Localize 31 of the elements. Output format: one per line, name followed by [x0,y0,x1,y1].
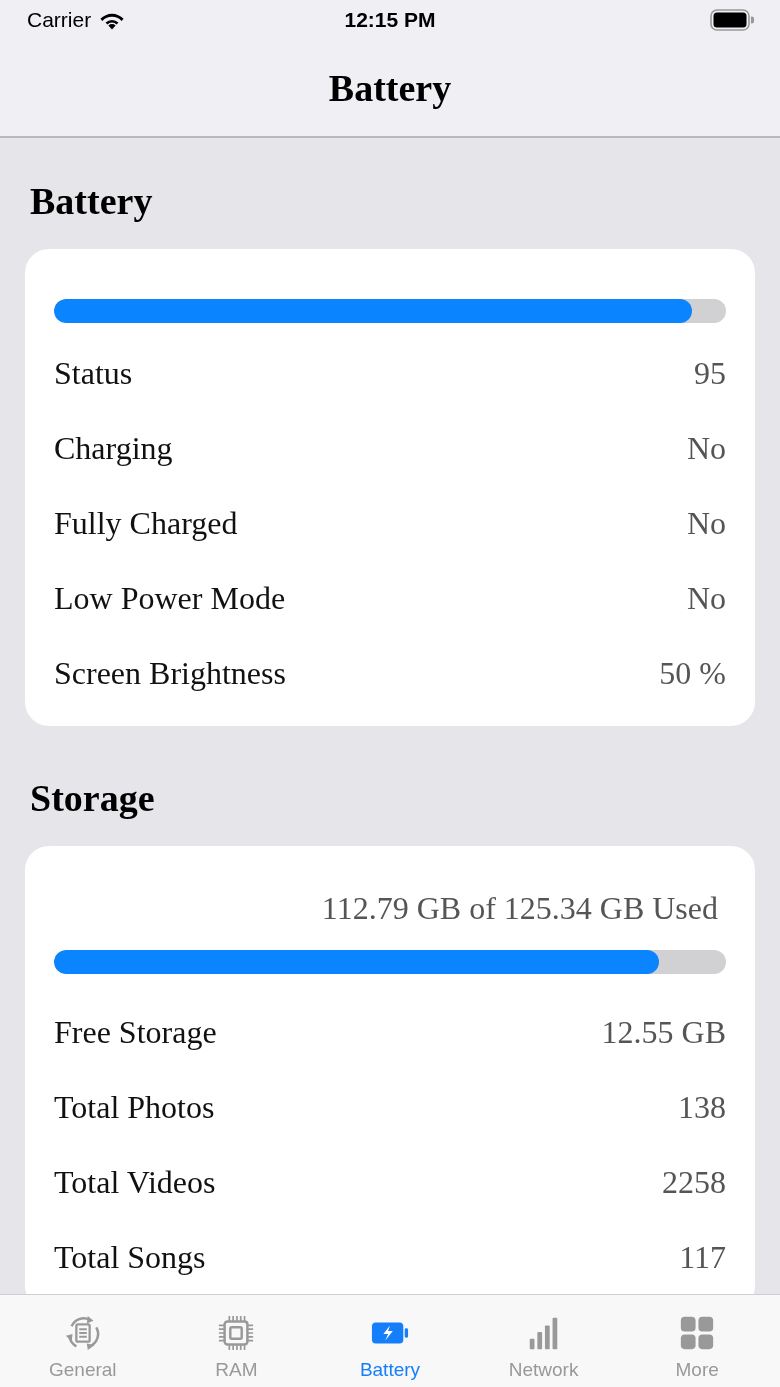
row-label: Charging [54,430,173,467]
section-title: Storage [30,776,155,821]
row-label: Low Power Mode [54,580,286,617]
carrier-name: Carrier [27,8,92,32]
row-value: 117 [679,1239,726,1276]
usage-text: 112.79 GB of 125.34 GB Used [321,889,718,928]
row-value: No [686,580,726,617]
row-label: Status [54,355,133,392]
tab-button[interactable]: Network [466,1295,621,1387]
tab-button[interactable]: More [620,1295,774,1387]
row-value: 2258 [662,1164,726,1201]
row-value: 95 [694,355,726,392]
row-label: Total Songs [54,1239,206,1276]
row-value: 50 % [659,655,726,692]
section-title: Battery [30,179,153,224]
tab-button[interactable]: General [6,1295,160,1387]
row-value: No [686,505,726,542]
row-label: Screen Brightness [54,655,286,692]
row-label: Total Videos [54,1164,216,1201]
row-value: 138 [678,1089,726,1126]
row-value: 12.55 GB [601,1014,726,1051]
nav-title: Battery [328,66,452,110]
row-label: Free Storage [54,1014,217,1051]
battery-icon [710,9,754,31]
row-label: Total Photos [54,1089,215,1126]
clock-time: 12:15 PM [344,8,436,32]
tab-button[interactable]: RAM [159,1295,314,1387]
row-value: No [686,430,726,467]
row-label: Fully Charged [54,505,238,542]
chip-icon [217,1314,256,1352]
tab-button[interactable]: Battery [313,1295,467,1387]
